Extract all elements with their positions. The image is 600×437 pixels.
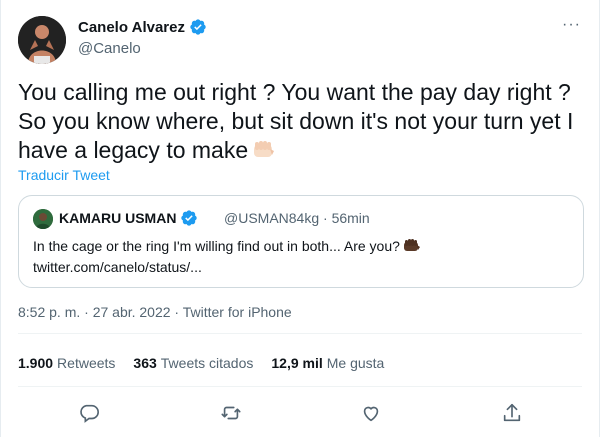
stat-likes[interactable]: 12,9 mil Me gusta: [271, 355, 384, 371]
quoted-text: In the cage or the ring I'm willing find…: [33, 238, 400, 254]
author-avatar[interactable]: [18, 16, 66, 64]
quoted-author-avatar[interactable]: [33, 209, 53, 229]
divider: [18, 333, 582, 334]
tweet-timestamp[interactable]: 8:52 p. m. · 27 abr. 2022 · Twitter for …: [18, 304, 292, 320]
author-handle[interactable]: @Canelo: [78, 40, 141, 57]
quoted-author-row: KAMARU USMAN: [59, 209, 198, 227]
tweet-stats: 1.900 Retweets 363 Tweets citados 12,9 mil…: [18, 355, 384, 371]
divider: [18, 386, 582, 387]
quoted-link[interactable]: twitter.com/canelo/status/...: [33, 259, 202, 275]
tweet-text-container: You calling me out right ? You want the …: [18, 78, 588, 165]
quoted-tweet[interactable]: KAMARU USMAN @USMAN84kg · 56min In the c…: [18, 195, 584, 288]
tweet-card: Canelo Alvarez @Canelo ··· You calling m…: [0, 0, 600, 437]
retweet-icon[interactable]: [220, 402, 242, 424]
translate-tweet-link[interactable]: Traducir Tweet: [18, 167, 110, 183]
tweet-actions-bar: [1, 398, 600, 428]
reply-icon[interactable]: [78, 402, 100, 424]
fist-emoji-icon: [403, 238, 421, 252]
verified-badge-icon: [180, 209, 198, 227]
author-name[interactable]: Canelo Alvarez: [78, 19, 185, 36]
stat-quote-tweets[interactable]: 363 Tweets citados: [133, 355, 253, 371]
quoted-text-block: In the cage or the ring I'm willing find…: [33, 236, 563, 278]
verified-badge-icon: [189, 18, 207, 36]
share-icon[interactable]: [501, 402, 523, 424]
author-name-row[interactable]: Canelo Alvarez: [78, 18, 207, 36]
stat-retweets[interactable]: 1.900 Retweets: [18, 355, 115, 371]
quoted-handle-time: @USMAN84kg · 56min: [224, 210, 370, 226]
tweet-text: You calling me out right ? You want the …: [18, 79, 574, 163]
quoted-author-name: KAMARU USMAN: [59, 210, 177, 226]
like-icon[interactable]: [360, 402, 382, 424]
more-options-icon[interactable]: ···: [562, 16, 581, 34]
fist-emoji-icon: [252, 139, 276, 161]
